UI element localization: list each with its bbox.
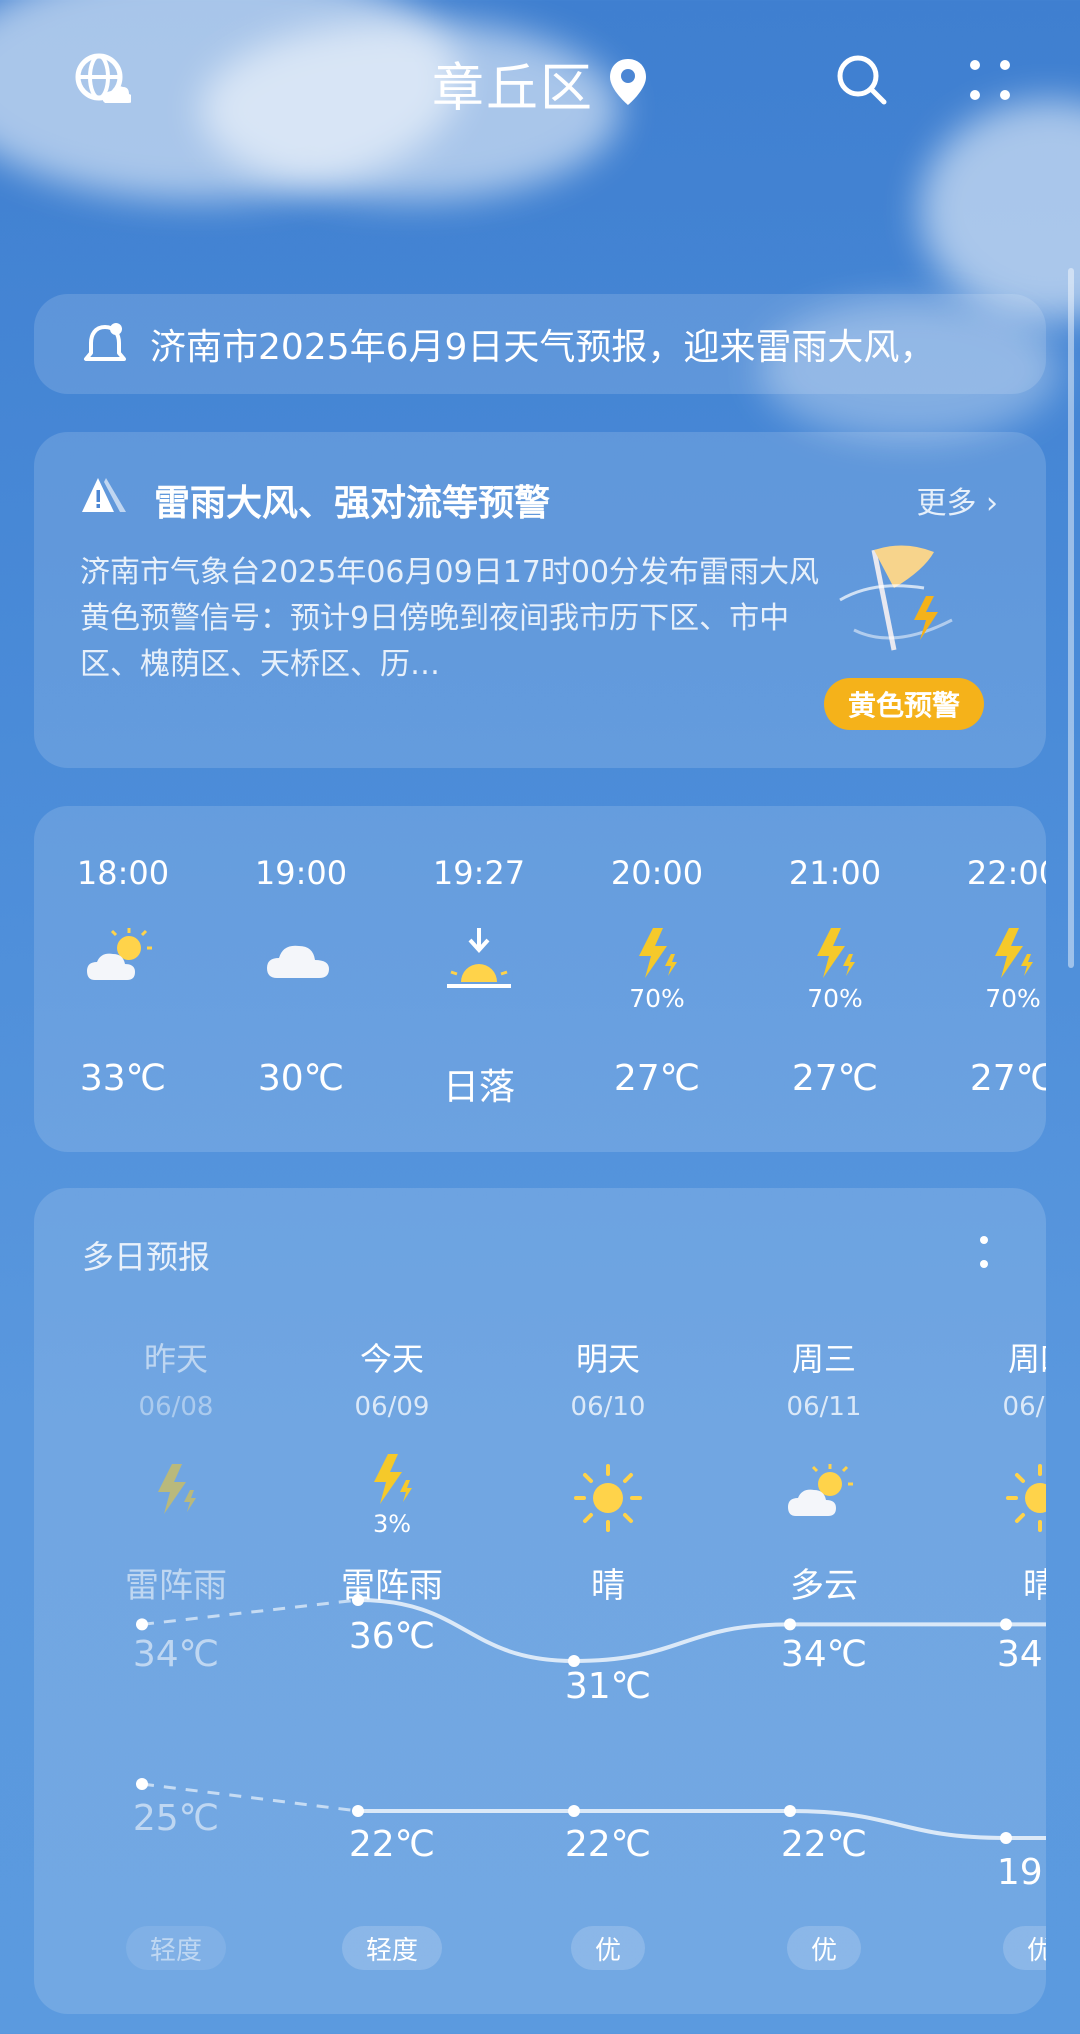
sunset-icon [390, 924, 568, 994]
day-date: 06/10 [570, 1392, 646, 1422]
hour-temp: 27℃ [613, 1058, 701, 1099]
vertical-dots-icon[interactable] [978, 1234, 990, 1274]
day-low: 22℃ [564, 1824, 652, 1865]
day-high: 34℃ [780, 1634, 868, 1675]
more-link[interactable]: 更多 › [916, 478, 998, 522]
scrollbar[interactable] [1068, 268, 1074, 968]
day-high: 36℃ [348, 1616, 436, 1657]
day-name: 明天 [575, 1340, 640, 1378]
hour-time: 19:27 [432, 854, 526, 892]
city-header[interactable]: 章丘区 [0, 46, 1080, 121]
daily-title: 多日预报 [82, 1238, 211, 1276]
more-label: 更多 [916, 486, 977, 521]
bell-alert-icon [80, 319, 130, 369]
aqi-badge: 优 [786, 1926, 862, 1970]
hour-pop: 70% [807, 984, 863, 1013]
hour-pop: 70% [629, 984, 685, 1013]
sunny-icon [950, 1460, 1046, 1532]
low-temp-point [136, 1778, 148, 1790]
day-low: 25℃ [132, 1798, 220, 1839]
hour-temp: 27℃ [791, 1058, 879, 1099]
partly-cloudy-icon [34, 924, 212, 994]
hour-time: 21:00 [788, 854, 882, 892]
search-icon[interactable] [830, 48, 894, 112]
day-date: 06/09 [354, 1392, 430, 1422]
day-low: 22℃ [348, 1824, 436, 1865]
day-high: 34℃ [996, 1634, 1046, 1675]
day-name: 昨天 [143, 1340, 208, 1378]
alert-title: 雷雨大风、强对流等预警 [154, 483, 551, 524]
warning-triangle-icon [80, 476, 128, 522]
day-name: 周三 [791, 1340, 856, 1378]
day-condition: 晴 [591, 1566, 625, 1606]
day-name: 周四 [1007, 1340, 1046, 1378]
low-temp-point [784, 1805, 796, 1817]
day-name: 今天 [359, 1340, 424, 1378]
day-date: 06/12 [1002, 1392, 1046, 1422]
day-high: 31℃ [564, 1666, 652, 1707]
high-temp-point [1000, 1618, 1012, 1631]
hour-temp: 27℃ [969, 1058, 1046, 1099]
storm-flag-icon [834, 540, 964, 664]
aqi-badge: 轻度 [125, 1926, 227, 1970]
low-temp-point [352, 1805, 364, 1817]
daily-forecast[interactable]: 多日预报 昨天 06/08 雷阵雨 34℃ 25℃ 轻度 今天 06/09 3%… [34, 1188, 1046, 2014]
hour-temp: 日落 [442, 1067, 515, 1108]
chevron-right-icon: › [986, 486, 998, 521]
ticker-text: 济南市2025年6月9日天气预报，迎来雷雨大风， [150, 327, 936, 368]
day-date: 06/08 [138, 1392, 214, 1422]
day-pop: 3% [372, 1510, 412, 1538]
day-low: 22℃ [780, 1824, 868, 1865]
news-ticker[interactable]: 济南市2025年6月9日天气预报，迎来雷雨大风， [34, 294, 1046, 394]
hour-temp: 33℃ [79, 1058, 167, 1099]
alert-level-badge: 黄色预警 [824, 678, 984, 730]
day-high: 34℃ [132, 1634, 220, 1675]
hour-time: 20:00 [610, 854, 704, 892]
day-low: 19℃ [996, 1852, 1046, 1893]
aqi-badge: 优 [1002, 1926, 1046, 1970]
cloudy-icon [212, 924, 390, 994]
top-bar: 章丘区 [0, 0, 1080, 160]
low-temp-point [568, 1805, 580, 1817]
high-temp-point [784, 1618, 796, 1631]
location-pin-icon [608, 57, 648, 111]
hour-time: 18:00 [76, 854, 170, 892]
day-condition: 雷阵雨 [341, 1566, 443, 1606]
hour-pop: 70% [985, 984, 1041, 1013]
hourly-forecast[interactable]: 18:00 33℃ 19:00 30℃ 19:27 日落 20:00 70% 2… [34, 806, 1046, 1152]
alert-body: 济南市气象台2025年06月09日17时00分发布雷雨大风黄色预警信号：预计9日… [80, 555, 820, 682]
hour-temp: 30℃ [257, 1058, 345, 1099]
city-name[interactable]: 章丘区 [432, 46, 594, 121]
more-dots-icon[interactable] [958, 48, 1022, 112]
thunder-icon [86, 1460, 266, 1530]
aqi-badge: 优 [570, 1926, 646, 1970]
sunny-icon [518, 1460, 698, 1532]
day-date: 06/11 [786, 1392, 862, 1422]
weather-alert-card[interactable]: 雷雨大风、强对流等预警 更多 › 济南市气象台2025年06月09日17时00分… [34, 432, 1046, 768]
low-temp-point [1000, 1832, 1012, 1844]
day-condition: 晴 [1023, 1566, 1046, 1606]
partly-cloudy-icon [734, 1460, 914, 1530]
hour-time: 22:00 [966, 854, 1046, 892]
day-condition: 多云 [790, 1566, 858, 1606]
hour-time: 19:00 [254, 854, 348, 892]
aqi-badge: 轻度 [341, 1926, 443, 1970]
high-temp-point [136, 1618, 148, 1631]
day-condition: 雷阵雨 [125, 1566, 227, 1606]
